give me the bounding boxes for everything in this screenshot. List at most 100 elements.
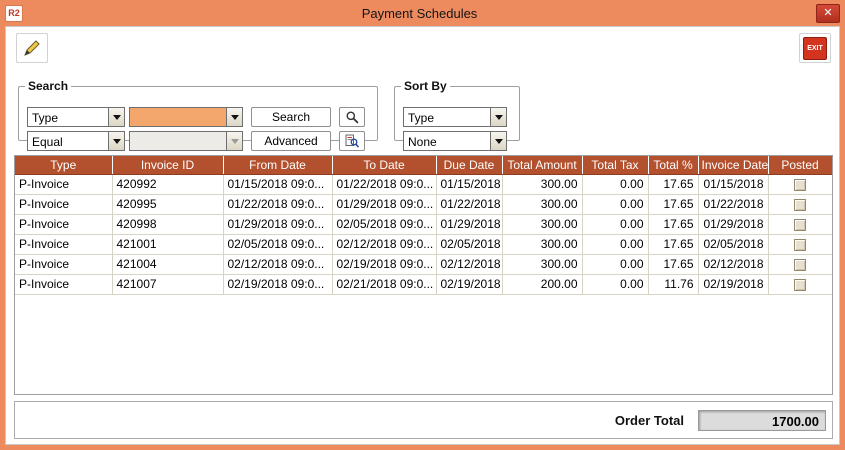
column-header-to-date[interactable]: To Date <box>332 156 436 174</box>
type-cell: P-Invoice <box>15 274 112 294</box>
footer-panel: Order Total 1700.00 <box>14 401 833 439</box>
from-date-cell: 01/22/2018 09:0... <box>223 194 332 214</box>
chevron-down-icon[interactable] <box>226 132 242 150</box>
invoice-date-cell: 02/05/2018 <box>698 234 768 254</box>
posted-checkbox[interactable] <box>794 199 806 211</box>
search-group-legend: Search <box>25 79 71 93</box>
type-cell: P-Invoice <box>15 194 112 214</box>
search-group: Search Type Search Equal <box>18 79 378 141</box>
chevron-down-icon[interactable] <box>108 132 124 150</box>
column-header-from-date[interactable]: From Date <box>223 156 332 174</box>
total-amount-cell: 300.00 <box>502 194 582 214</box>
search-operator-select[interactable]: Equal <box>27 131 125 151</box>
table-row[interactable]: P-Invoice42100702/19/2018 09:0...02/21/2… <box>15 274 832 294</box>
magnifier-report-icon <box>345 134 359 148</box>
invoice-date-cell: 01/15/2018 <box>698 174 768 194</box>
due-date-cell: 02/19/2018 <box>436 274 502 294</box>
total-amount-cell: 300.00 <box>502 254 582 274</box>
advanced-button[interactable]: Advanced <box>251 131 331 151</box>
total-tax-cell: 0.00 <box>582 194 648 214</box>
chevron-down-icon[interactable] <box>490 108 506 126</box>
sort-primary-select[interactable]: Type <box>403 107 507 127</box>
table-row[interactable]: P-Invoice42100102/05/2018 09:0...02/12/2… <box>15 234 832 254</box>
posted-cell <box>768 234 832 254</box>
column-header-total[interactable]: Total % <box>648 156 698 174</box>
posted-checkbox[interactable] <box>794 239 806 251</box>
sort-by-group: Sort By Type None <box>394 79 520 141</box>
table-row[interactable]: P-Invoice42099201/15/2018 09:0...01/22/2… <box>15 174 832 194</box>
chevron-down-icon[interactable] <box>490 132 506 150</box>
total-cell: 17.65 <box>648 254 698 274</box>
column-header-total-amount[interactable]: Total Amount <box>502 156 582 174</box>
find-button[interactable] <box>339 107 365 127</box>
from-date-cell: 02/05/2018 09:0... <box>223 234 332 254</box>
sort-secondary-value: None <box>404 132 490 150</box>
titlebar: R2 Payment Schedules ✕ <box>0 0 845 26</box>
due-date-cell: 01/15/2018 <box>436 174 502 194</box>
table-row[interactable]: P-Invoice42099501/22/2018 09:0...01/29/2… <box>15 194 832 214</box>
invoice-date-cell: 01/29/2018 <box>698 214 768 234</box>
posted-cell <box>768 214 832 234</box>
type-cell: P-Invoice <box>15 214 112 234</box>
sort-secondary-select[interactable]: None <box>403 131 507 151</box>
column-header-invoice-date[interactable]: Invoice Date <box>698 156 768 174</box>
search-operator-value-input[interactable] <box>129 131 243 151</box>
search-operator-value-text <box>130 132 226 150</box>
to-date-cell: 02/12/2018 09:0... <box>332 234 436 254</box>
chevron-down-icon[interactable] <box>226 108 242 126</box>
total-amount-cell: 200.00 <box>502 274 582 294</box>
column-header-type[interactable]: Type <box>15 156 112 174</box>
sort-primary-value: Type <box>404 108 490 126</box>
posted-cell <box>768 174 832 194</box>
from-date-cell: 01/15/2018 09:0... <box>223 174 332 194</box>
search-value-input[interactable] <box>129 107 243 127</box>
schedule-grid: TypeInvoice IDFrom DateTo DateDue DateTo… <box>15 156 833 295</box>
to-date-cell: 01/29/2018 09:0... <box>332 194 436 214</box>
advanced-find-button[interactable] <box>339 131 365 151</box>
column-header-total-tax[interactable]: Total Tax <box>582 156 648 174</box>
invoice-id-cell: 420998 <box>112 214 223 234</box>
type-cell: P-Invoice <box>15 174 112 194</box>
search-value-text <box>130 108 226 126</box>
search-field-select[interactable]: Type <box>27 107 125 127</box>
total-tax-cell: 0.00 <box>582 174 648 194</box>
table-row[interactable]: P-Invoice42099801/29/2018 09:0...02/05/2… <box>15 214 832 234</box>
total-amount-cell: 300.00 <box>502 234 582 254</box>
invoice-date-cell: 02/19/2018 <box>698 274 768 294</box>
order-total-value: 1700.00 <box>698 410 826 431</box>
table-row[interactable]: P-Invoice42100402/12/2018 09:0...02/19/2… <box>15 254 832 274</box>
total-amount-cell: 300.00 <box>502 174 582 194</box>
sort-by-group-legend: Sort By <box>401 79 450 93</box>
total-cell: 17.65 <box>648 174 698 194</box>
due-date-cell: 01/22/2018 <box>436 194 502 214</box>
magnifier-icon <box>345 110 359 124</box>
search-button[interactable]: Search <box>251 107 331 127</box>
posted-cell <box>768 194 832 214</box>
due-date-cell: 01/29/2018 <box>436 214 502 234</box>
pencil-icon <box>23 39 41 57</box>
close-icon: ✕ <box>823 8 832 19</box>
from-date-cell: 01/29/2018 09:0... <box>223 214 332 234</box>
total-tax-cell: 0.00 <box>582 234 648 254</box>
posted-checkbox[interactable] <box>794 179 806 191</box>
search-operator-value: Equal <box>28 132 108 150</box>
close-button[interactable]: ✕ <box>816 4 840 23</box>
exit-button[interactable]: EXIT <box>799 33 831 63</box>
column-header-due-date[interactable]: Due Date <box>436 156 502 174</box>
type-cell: P-Invoice <box>15 234 112 254</box>
column-header-posted[interactable]: Posted <box>768 156 832 174</box>
app-icon: R2 <box>5 5 23 22</box>
chevron-down-icon[interactable] <box>108 108 124 126</box>
invoice-id-cell: 420992 <box>112 174 223 194</box>
invoice-id-cell: 421001 <box>112 234 223 254</box>
window-title: Payment Schedules <box>23 6 816 21</box>
total-amount-cell: 300.00 <box>502 214 582 234</box>
posted-checkbox[interactable] <box>794 219 806 231</box>
total-cell: 17.65 <box>648 214 698 234</box>
total-cell: 11.76 <box>648 274 698 294</box>
posted-checkbox[interactable] <box>794 279 806 291</box>
to-date-cell: 02/19/2018 09:0... <box>332 254 436 274</box>
edit-button[interactable] <box>16 33 48 63</box>
column-header-invoice-id[interactable]: Invoice ID <box>112 156 223 174</box>
posted-checkbox[interactable] <box>794 259 806 271</box>
